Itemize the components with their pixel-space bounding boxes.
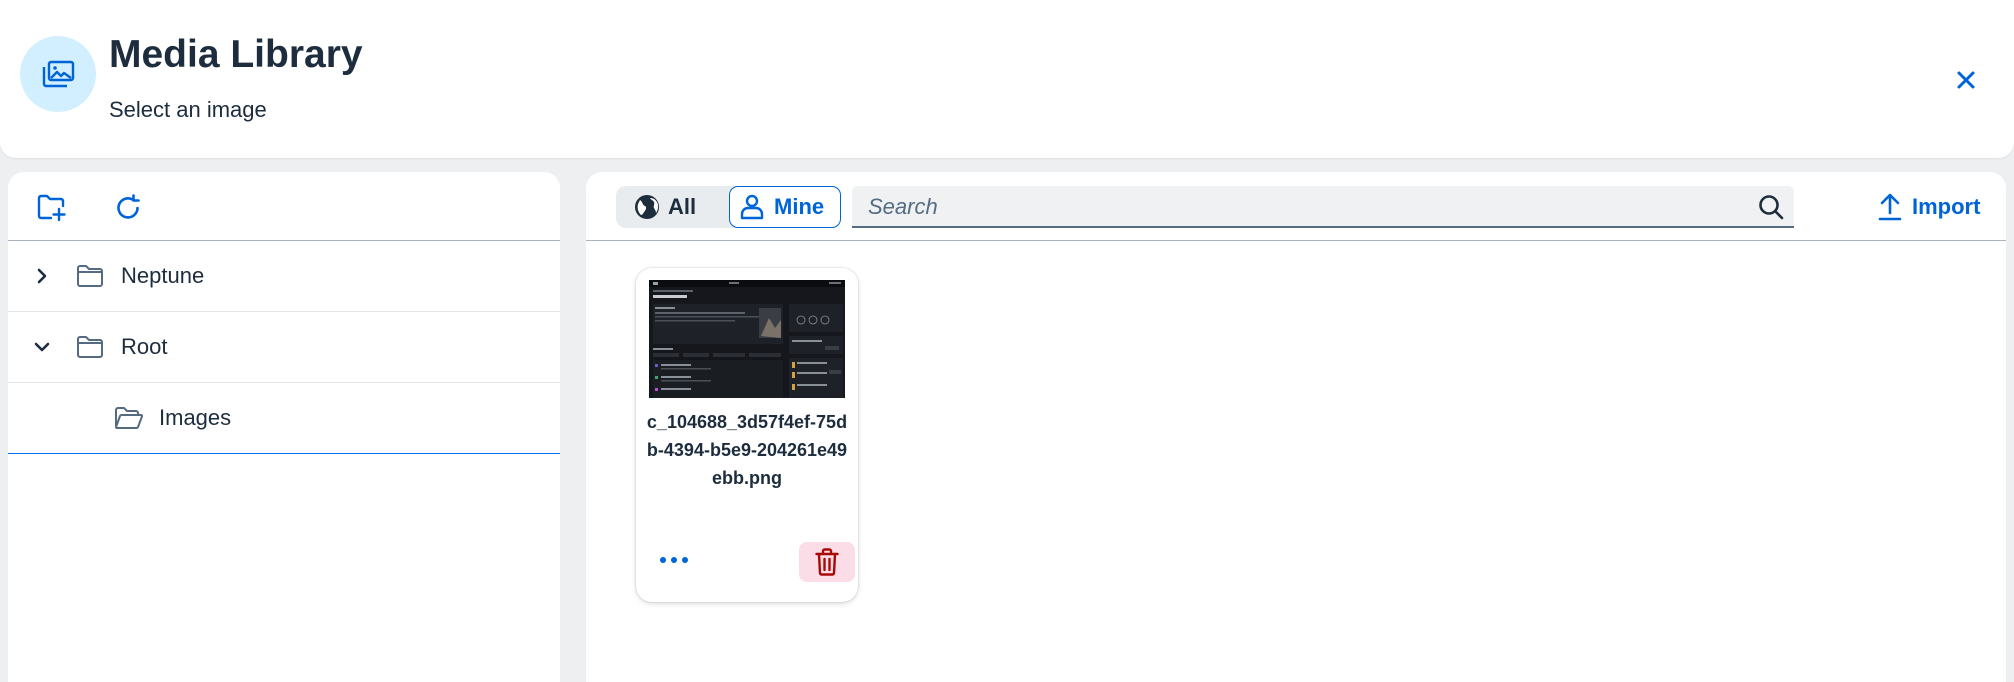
- close-button[interactable]: [1950, 64, 1982, 96]
- files-panel: All Mine I: [586, 172, 2006, 682]
- refresh-icon: [117, 194, 140, 219]
- search-field: [852, 186, 1794, 228]
- folder-open-icon: [115, 407, 144, 430]
- user-icon: [740, 194, 764, 220]
- chevron-down-icon: [34, 342, 50, 352]
- collapse-chevron[interactable]: [30, 335, 54, 359]
- ownership-filter: All Mine: [616, 186, 841, 228]
- search-button[interactable]: [1758, 194, 1784, 220]
- file-card[interactable]: c_104688_3d57f4ef-75db-4394-b5e9-204261e…: [636, 268, 858, 602]
- chevron-right-icon: [37, 268, 47, 284]
- import-label: Import: [1912, 194, 1981, 219]
- tree-item-label: Neptune: [121, 263, 205, 288]
- new-folder-button[interactable]: [34, 190, 70, 226]
- add-folder-icon: [37, 194, 66, 222]
- delete-button[interactable]: [799, 542, 855, 582]
- tree-item-images[interactable]: Images: [8, 383, 560, 454]
- tree-item-label: Root: [121, 334, 168, 359]
- trash-icon: [815, 548, 839, 576]
- media-library-icon: [20, 36, 96, 112]
- expand-chevron[interactable]: [30, 264, 54, 288]
- tree-item-label: Images: [159, 405, 232, 430]
- filter-mine-label: Mine: [774, 194, 825, 219]
- close-icon: [1957, 71, 1975, 89]
- import-button[interactable]: Import: [1878, 190, 1980, 224]
- tree-item-neptune[interactable]: Neptune: [8, 241, 560, 312]
- search-input[interactable]: [866, 192, 1730, 222]
- upload-icon: [1878, 193, 1902, 221]
- page-title: Media Library: [109, 33, 363, 76]
- refresh-button[interactable]: [110, 190, 146, 226]
- more-options-button[interactable]: [654, 543, 694, 577]
- page-subtitle: Select an image: [109, 97, 267, 122]
- globe-icon: [635, 195, 659, 219]
- folder-icon: [77, 336, 103, 358]
- more-horizontal-icon: [660, 557, 688, 563]
- filter-all-label: All: [668, 194, 697, 219]
- file-name: c_104688_3d57f4ef-75db-4394-b5e9-204261e…: [646, 412, 848, 488]
- image-thumbnail: [649, 280, 845, 398]
- folder-panel: Neptune Root Images: [8, 172, 560, 682]
- tree-item-root[interactable]: Root: [8, 312, 560, 383]
- search-icon: [1759, 195, 1784, 220]
- folder-toolbar: [8, 172, 560, 241]
- folder-icon: [77, 265, 103, 287]
- dialog-header: Media Library Select an image: [0, 0, 2014, 158]
- files-toolbar: All Mine I: [586, 172, 2006, 241]
- filter-mine-button[interactable]: Mine: [729, 186, 841, 228]
- filter-all-button[interactable]: All: [634, 186, 696, 228]
